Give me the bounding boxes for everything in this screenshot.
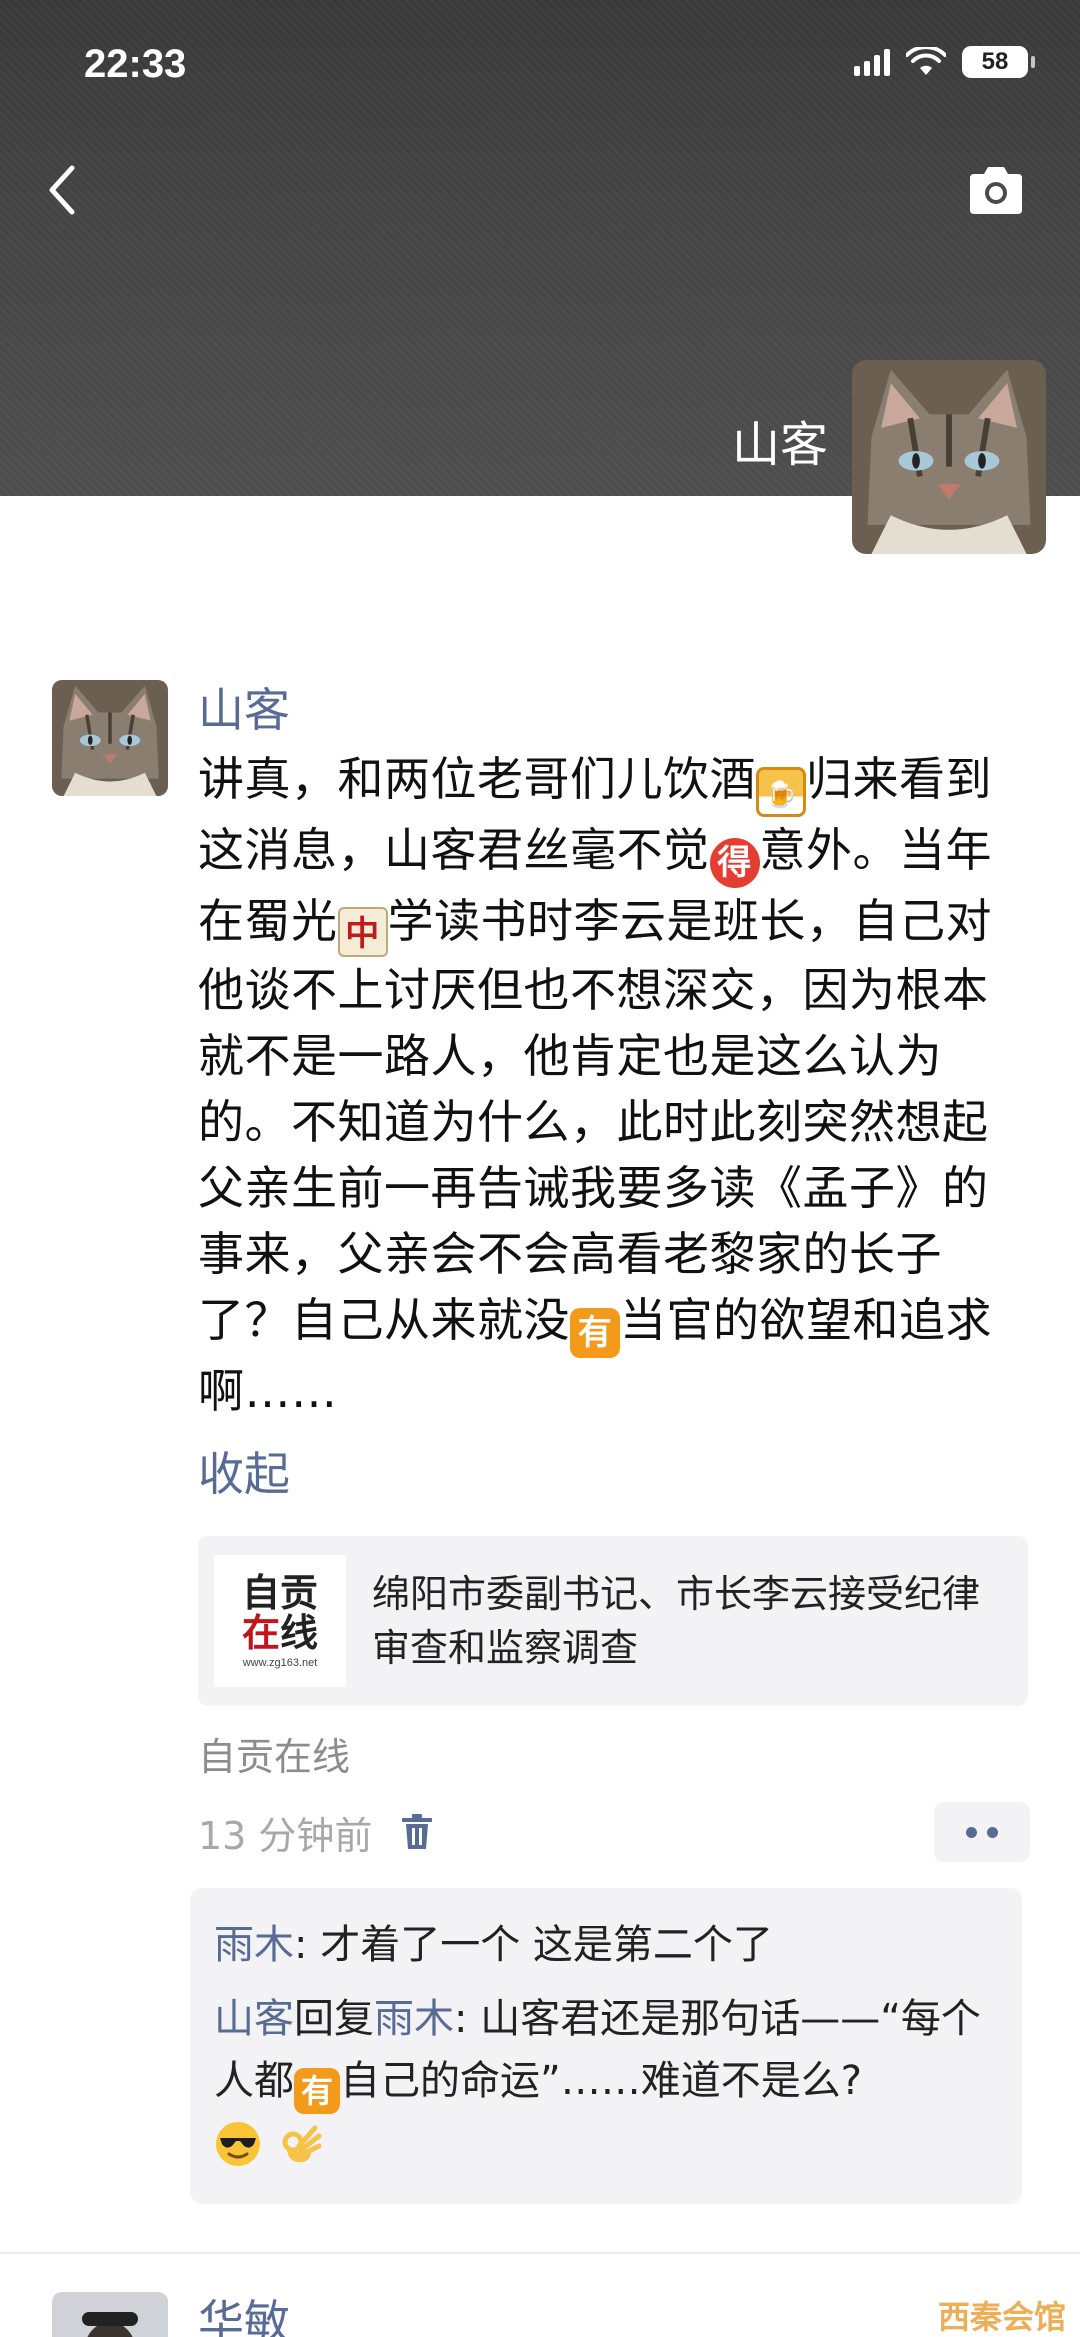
battery-icon: 58 [962,46,1035,78]
thumbnail-url: www.zg163.net [242,1657,318,1669]
comment-item[interactable]: 雨木: 才着了一个 这是第二个了 [214,1914,998,1976]
dot-icon [966,1826,977,1838]
mahjong-emoji-icon: 中 [337,907,388,957]
comment-author[interactable]: 雨木 [214,1922,294,1968]
you-emoji-icon: 有 [294,2068,340,2114]
ok-hand-emoji-icon [282,2125,322,2163]
profile-name[interactable]: 山客 [732,405,828,475]
comment-author[interactable]: 山客 [214,1996,294,2042]
post-body: 山客 讲真，和两位老哥们儿饮酒 🍺 归来看到这消息，山客君丝毫不觉得意外。当年在蜀光… [198,680,1030,1862]
next-post-author[interactable]: 华敏 [198,2286,290,2337]
thumbnail-logo-rest: 线 [280,1610,319,1655]
person-avatar-image [52,2292,168,2337]
post-divider [0,2252,1080,2254]
de-emoji-icon: 得 [709,838,760,888]
post-text-segment: 讲真，和两位老哥们儿饮酒 [198,752,756,806]
post-text: 讲真，和两位老哥们儿饮酒 🍺 归来看到这消息，山客君丝毫不觉得意外。当年在蜀光中学读… [198,746,1028,1424]
camera-icon[interactable] [966,164,1026,216]
reply-word: 回复 [294,1996,374,2042]
author-avatar[interactable] [52,680,168,796]
thumbnail-logo-red: 在 [241,1610,280,1655]
comment-text: 自己的命运”……难道不是么? [340,2058,862,2104]
post-meta-row: 13 分钟前 [198,1802,1030,1862]
link-title: 绵阳市委副书记、市长李云接受纪律审查和监察调查 [372,1572,981,1670]
post-text-segment: 学读书时李云是班长，自己对他谈不上讨厌但也不想深交，因为根本就不是一路人，他肯定… [198,894,992,1347]
dot-icon [987,1826,998,1838]
back-icon[interactable] [40,160,84,220]
comment-item[interactable]: 山客回复雨木: 山客君还是那句话——“每个人都有自己的命运”……难道不是么? [214,1988,998,2176]
collapse-link[interactable]: 收起 [198,1442,1028,1506]
you-emoji-icon: 有 [570,1308,620,1358]
watermark: 西秦会馆 [937,2298,1066,2336]
link-thumbnail: 自贡 在线 www.zg163.net [214,1555,346,1687]
post-author[interactable]: 山客 [198,680,1028,740]
wifi-icon [906,47,946,75]
thumbnail-logo: 自贡 在线 [242,1573,318,1653]
cat-avatar-image [852,360,1046,554]
post-time: 13 分钟前 [198,1813,373,1858]
trash-icon[interactable] [400,1813,434,1851]
shared-link-card[interactable]: 自贡 在线 www.zg163.net 绵阳市委副书记、市长李云接受纪律审查和监… [198,1536,1028,1706]
thumbnail-logo-top: 自贡 [241,1570,318,1615]
cat-avatar-image [52,680,168,796]
next-post-avatar[interactable] [52,2292,168,2337]
profile-avatar[interactable] [852,360,1046,554]
status-icons: 58 [854,46,1035,78]
more-actions-button[interactable] [934,1802,1030,1862]
comments-box: 雨木: 才着了一个 这是第二个了 山客回复雨木: 山客君还是那句话——“每个人都… [190,1888,1022,2204]
beer-emoji-icon: 🍺 [756,767,806,817]
reply-target[interactable]: 雨木 [374,1996,454,2042]
comment-text: : 才着了一个 这是第二个了 [294,1922,773,1968]
status-time: 22:33 [84,42,187,86]
sunglasses-emoji-icon [216,2122,260,2166]
signal-icon [854,48,890,76]
link-source[interactable]: 自贡在线 [198,1730,1028,1784]
